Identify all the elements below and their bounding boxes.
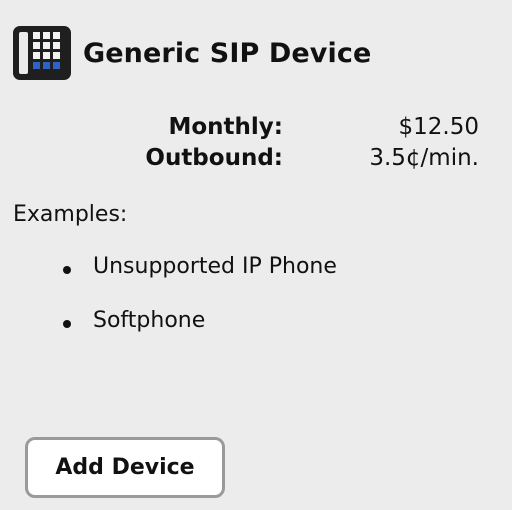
keypad-key <box>43 32 50 39</box>
keypad-key-highlight <box>33 62 40 69</box>
add-device-button[interactable]: Add Device <box>25 437 225 498</box>
list-item: Unsupported IP Phone <box>63 254 337 308</box>
example-label: Unsupported IP Phone <box>93 254 337 279</box>
outbound-label: Outbound: <box>145 145 283 171</box>
bullet-icon <box>63 320 71 328</box>
examples-heading: Examples: <box>13 202 128 227</box>
list-item: Softphone <box>63 308 337 362</box>
keypad-key <box>43 42 50 49</box>
handset-shape <box>19 32 28 74</box>
monthly-value: $12.50 <box>398 114 479 140</box>
keypad-key-highlight <box>53 62 60 69</box>
pricing-table: Monthly: $12.50 Outbound: 3.5¢/min. <box>0 114 512 176</box>
keypad-grid <box>33 32 60 69</box>
keypad-key <box>53 52 60 59</box>
price-row-monthly: Monthly: $12.50 <box>0 114 512 145</box>
device-header: Generic SIP Device <box>13 26 371 80</box>
monthly-label: Monthly: <box>168 114 283 140</box>
keypad-key <box>43 52 50 59</box>
keypad-key <box>53 42 60 49</box>
price-row-outbound: Outbound: 3.5¢/min. <box>0 145 512 176</box>
keypad-key <box>53 32 60 39</box>
keypad-key <box>33 42 40 49</box>
phone-keypad-icon <box>13 26 71 80</box>
keypad-key <box>33 52 40 59</box>
bullet-icon <box>63 266 71 274</box>
device-title: Generic SIP Device <box>83 37 372 69</box>
outbound-value: 3.5¢/min. <box>369 145 479 171</box>
examples-list: Unsupported IP Phone Softphone <box>63 254 337 362</box>
device-card: Generic SIP Device Monthly: $12.50 Outbo… <box>0 0 512 510</box>
keypad-key <box>33 32 40 39</box>
example-label: Softphone <box>93 308 206 333</box>
keypad-key-highlight <box>43 62 50 69</box>
